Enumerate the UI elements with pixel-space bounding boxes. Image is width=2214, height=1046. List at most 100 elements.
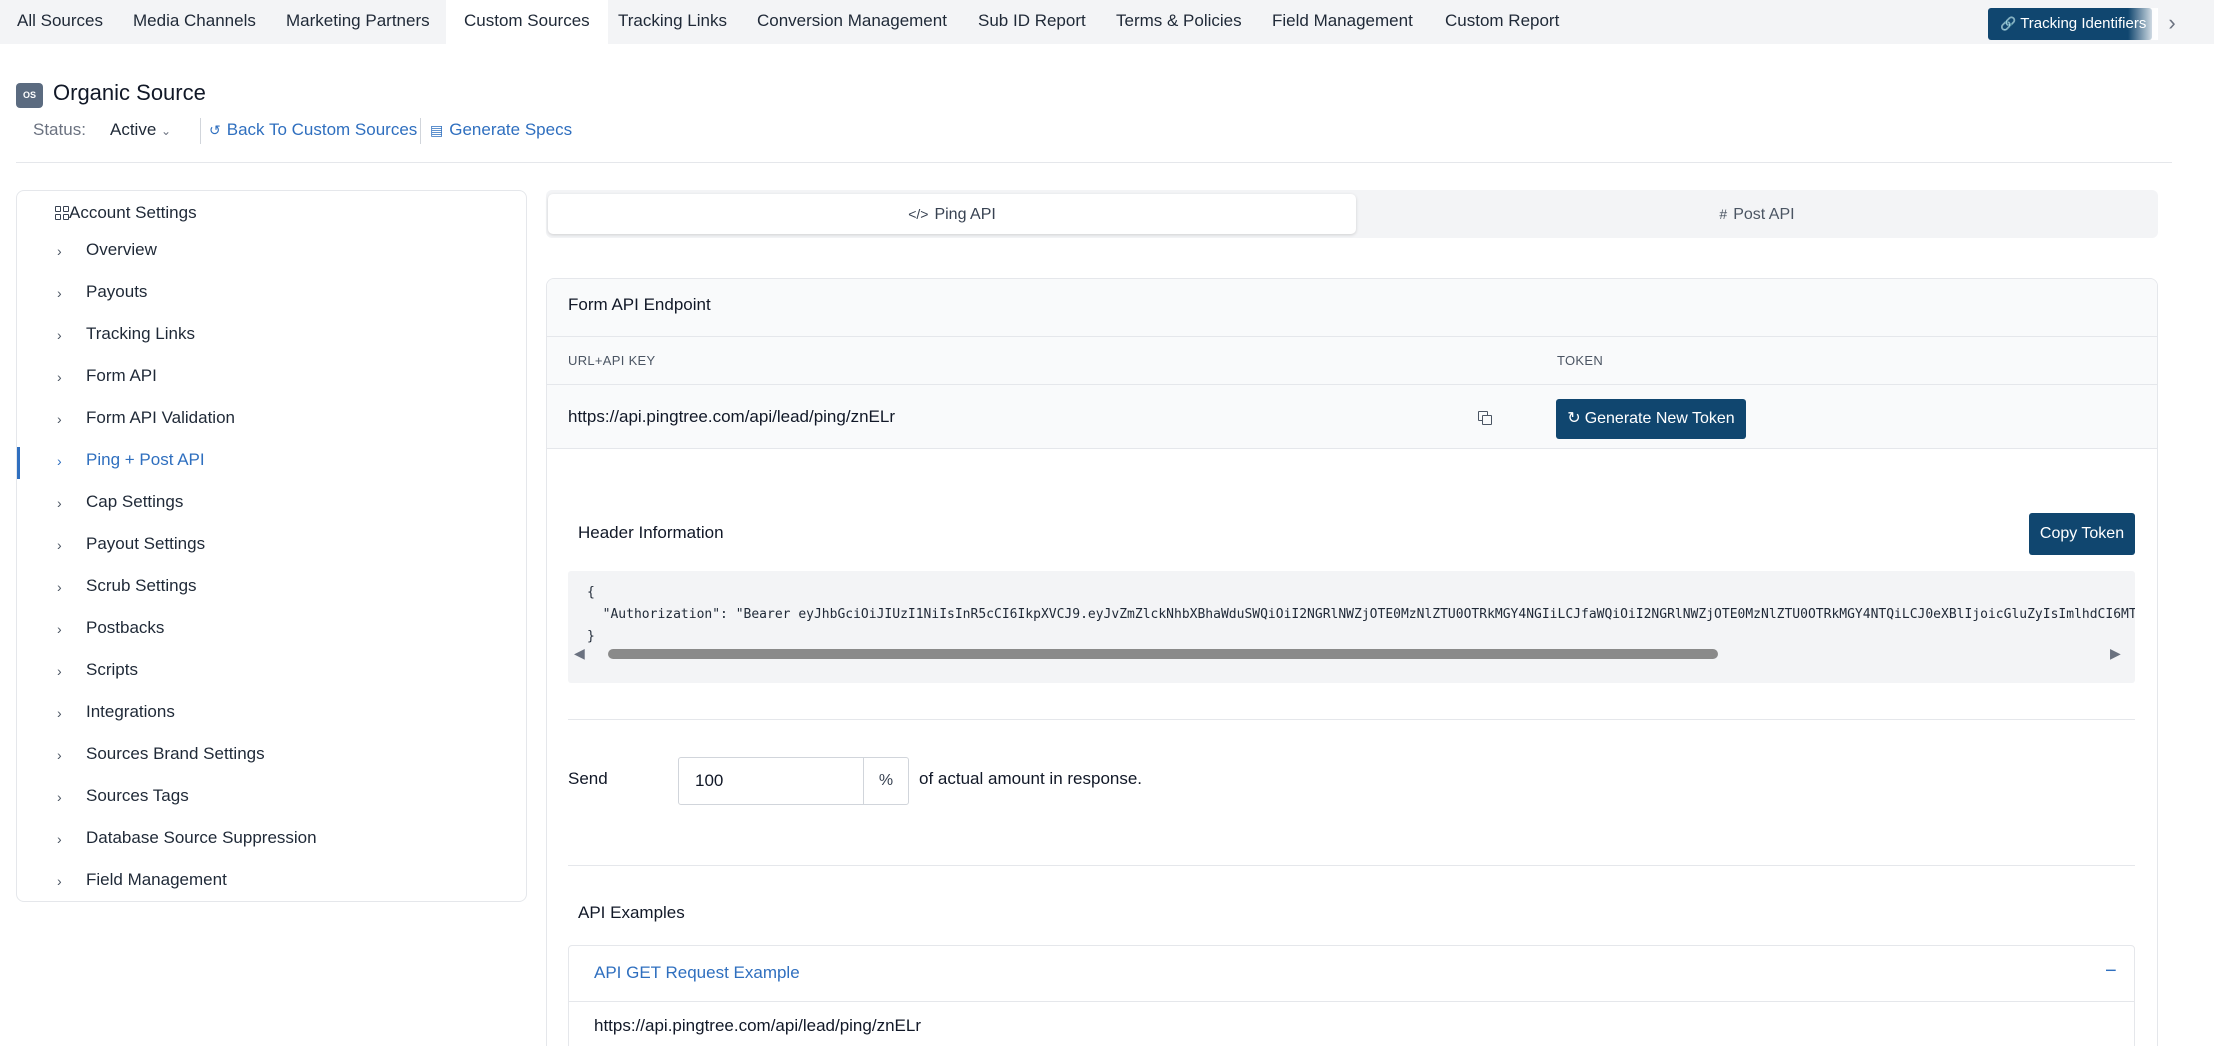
endpoint-card: Form API Endpoint URL+API KEY TOKEN http…: [546, 278, 2158, 1046]
tab-ping-api[interactable]: </> Ping API: [548, 194, 1356, 234]
sidebar-item-label: Ping + Post API: [86, 450, 205, 469]
send-label: Send: [568, 769, 608, 788]
sidebar-heading: Account Settings: [69, 203, 197, 222]
top-nav: All Sources Media Channels Marketing Par…: [0, 0, 2214, 44]
endpoint-url: https://api.pingtree.com/api/lead/ping/z…: [568, 407, 895, 426]
nav-tab-custom-sources[interactable]: Custom Sources: [446, 0, 608, 44]
nav-tab-media-channels[interactable]: Media Channels: [133, 0, 256, 44]
generate-new-token-button[interactable]: ↻ Generate New Token: [1556, 399, 1746, 439]
scroll-right-icon[interactable]: ▶: [2110, 645, 2121, 662]
source-badge: OS: [16, 83, 43, 108]
chevron-right-icon: ›: [57, 747, 62, 763]
card-title: Form API Endpoint: [568, 295, 711, 314]
chevron-right-icon: ›: [57, 453, 62, 469]
chevron-right-icon: ›: [57, 705, 62, 721]
sidebar-item-scripts[interactable]: › Scripts: [17, 653, 526, 693]
tab-post-api[interactable]: # Post API: [1356, 194, 2158, 234]
nav-tab-custom-report[interactable]: Custom Report: [1445, 0, 1559, 44]
sidebar-item-form-api-validation[interactable]: › Form API Validation: [17, 401, 526, 441]
sidebar-item-label: Integrations: [86, 702, 175, 721]
percent-suffix: %: [863, 757, 909, 805]
chevron-right-icon: ›: [57, 579, 62, 595]
chevron-right-icon: ›: [57, 243, 62, 259]
sidebar-item-form-api[interactable]: › Form API: [17, 359, 526, 399]
link-icon: 🔗: [2000, 16, 2017, 31]
tab-ping-label: Ping API: [934, 206, 996, 223]
nav-fade-edge: [2128, 8, 2158, 40]
chevron-right-icon: ›: [57, 537, 62, 553]
sidebar-item-payouts[interactable]: › Payouts: [17, 275, 526, 315]
generate-specs-link[interactable]: ▤ Generate Specs: [430, 120, 572, 140]
divider: [200, 118, 201, 144]
copy-icon[interactable]: [1478, 411, 1492, 425]
code-line: {: [587, 585, 595, 600]
chevron-right-icon: ›: [57, 831, 62, 847]
collapse-icon[interactable]: −: [2105, 960, 2117, 983]
hash-icon: #: [1719, 206, 1728, 222]
nav-tab-field-management[interactable]: Field Management: [1272, 0, 1413, 44]
sidebar-item-payout-settings[interactable]: › Payout Settings: [17, 527, 526, 567]
nav-tab-all-sources[interactable]: All Sources: [17, 0, 103, 44]
chevron-right-icon: ›: [57, 411, 62, 427]
chevron-right-icon: ›: [57, 369, 62, 385]
nav-tab-conversion-management[interactable]: Conversion Management: [757, 0, 947, 44]
generate-specs-label: Generate Specs: [449, 120, 573, 139]
get-request-url: https://api.pingtree.com/api/lead/ping/z…: [594, 1016, 921, 1035]
sidebar-item-sources-brand-settings[interactable]: › Sources Brand Settings: [17, 737, 526, 777]
scroll-left-icon[interactable]: ◀: [574, 645, 585, 662]
sidebar-item-label: Form API Validation: [86, 408, 235, 427]
code-icon: </>: [908, 206, 929, 222]
sidebar-item-label: Tracking Links: [86, 324, 195, 343]
header-code-block: { "Authorization": "Bearer eyJhbGciOiJIU…: [568, 571, 2135, 683]
sidebar-item-database-source-suppression[interactable]: › Database Source Suppression: [17, 821, 526, 861]
settings-sidebar: Account Settings › Overview › Payouts › Tra…: [16, 190, 527, 902]
sidebar-item-ping-post-api[interactable]: › Ping + Post API: [17, 443, 526, 483]
sidebar-item-label: Payout Settings: [86, 534, 206, 553]
history-icon: ↺: [209, 122, 221, 138]
status-dropdown[interactable]: Active: [110, 120, 156, 140]
nav-tab-marketing-partners[interactable]: Marketing Partners: [286, 0, 430, 44]
status-label: Status:: [33, 120, 86, 139]
sidebar-item-label: Cap Settings: [86, 492, 184, 511]
header-divider: [16, 162, 2172, 163]
sidebar-item-label: Scripts: [86, 660, 138, 679]
chevron-right-icon: ›: [57, 285, 62, 301]
nav-tab-sub-id-report[interactable]: Sub ID Report: [978, 0, 1086, 44]
divider: [568, 865, 2135, 866]
api-examples-title: API Examples: [578, 903, 685, 922]
send-percent-input[interactable]: [678, 757, 864, 805]
sidebar-item-scrub-settings[interactable]: › Scrub Settings: [17, 569, 526, 609]
sidebar-item-sources-tags[interactable]: › Sources Tags: [17, 779, 526, 819]
back-to-custom-sources-link[interactable]: ↺ Back To Custom Sources: [209, 120, 417, 140]
nav-tab-tracking-links[interactable]: Tracking Links: [618, 0, 727, 44]
refresh-icon: ↻: [1567, 410, 1581, 427]
chevron-right-icon: ›: [57, 663, 62, 679]
accordion-header[interactable]: API GET Request Example −: [569, 946, 2134, 1002]
sidebar-item-tracking-links[interactable]: › Tracking Links: [17, 317, 526, 357]
sidebar-item-label: Scrub Settings: [86, 576, 197, 595]
sidebar-item-cap-settings[interactable]: › Cap Settings: [17, 485, 526, 525]
copy-token-button[interactable]: Copy Token: [2029, 513, 2135, 555]
sidebar-item-field-management[interactable]: › Field Management: [17, 863, 526, 903]
send-description: of actual amount in response.: [919, 769, 1143, 788]
sidebar-item-integrations[interactable]: › Integrations: [17, 695, 526, 735]
sidebar-item-label: Sources Tags: [86, 786, 189, 805]
code-line-authorization: "Authorization": "Bearer eyJhbGciOiJIUzI…: [587, 607, 2135, 622]
nav-tab-terms-policies[interactable]: Terms & Policies: [1116, 0, 1242, 44]
divider: [420, 118, 421, 144]
sidebar-item-label: Field Management: [86, 870, 227, 889]
tab-post-label: Post API: [1733, 206, 1795, 223]
sidebar-item-postbacks[interactable]: › Postbacks: [17, 611, 526, 651]
chevron-right-icon[interactable]: ›: [2160, 8, 2184, 40]
column-header-url: URL+API KEY: [568, 353, 656, 368]
sidebar-item-overview[interactable]: › Overview: [17, 233, 526, 273]
chevron-right-icon: ›: [57, 495, 62, 511]
table-header: URL+API KEY TOKEN: [547, 337, 2157, 385]
grid-icon: [55, 206, 69, 220]
chevron-down-icon[interactable]: ⌄: [161, 124, 171, 138]
back-link-label: Back To Custom Sources: [226, 120, 418, 139]
horizontal-scrollbar[interactable]: [608, 649, 1718, 659]
generate-token-label: Generate New Token: [1584, 410, 1735, 427]
divider: [568, 719, 2135, 720]
chevron-right-icon: ›: [57, 873, 62, 889]
